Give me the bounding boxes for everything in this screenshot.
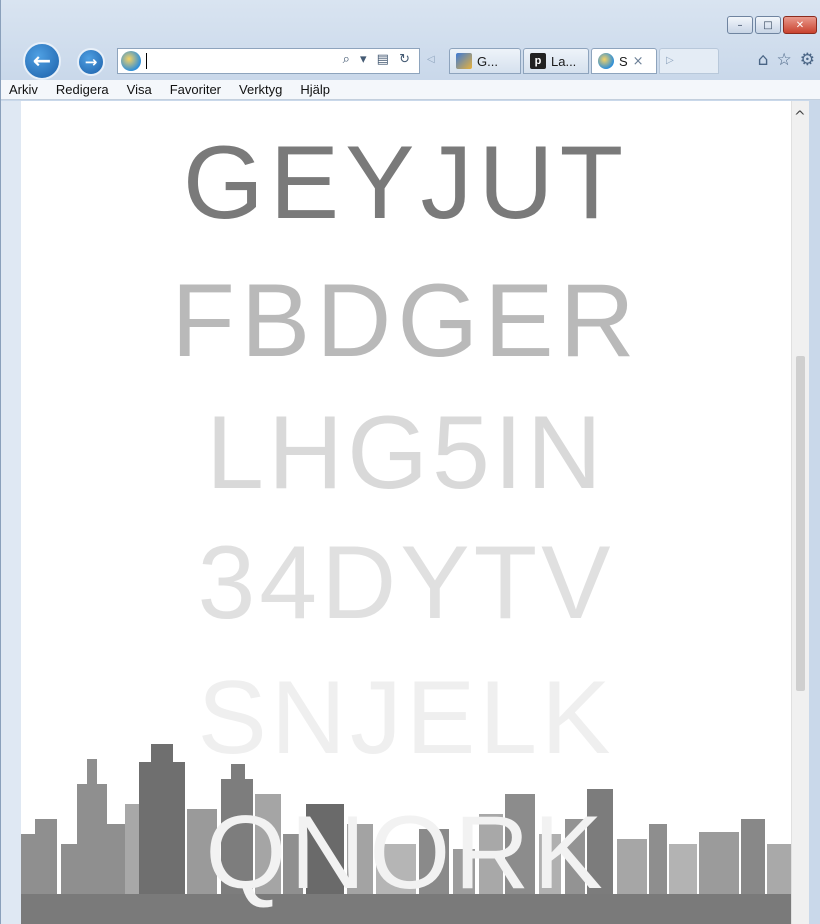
menu-item-favoriter[interactable]: Favoriter — [170, 82, 221, 97]
toolbar-icons: ⌂ ☆ ⚙ — [758, 50, 815, 70]
forward-button[interactable]: → — [77, 48, 105, 76]
eye-chart-letters: QNORK — [205, 795, 607, 911]
forward-arrow-icon: → — [84, 53, 98, 71]
ie-tab-icon — [598, 53, 614, 69]
menu-item-redigera[interactable]: Redigera — [56, 82, 109, 97]
scroll-thumb[interactable] — [796, 356, 805, 691]
menu-bar: Arkiv Redigera Visa Favoriter Verktyg Hj… — [1, 80, 820, 100]
minimize-button[interactable]: – — [727, 16, 753, 34]
gear-icon[interactable]: ⚙ — [800, 50, 815, 70]
menu-item-visa[interactable]: Visa — [127, 82, 152, 97]
browser-window: – □ ✕ ← → ⌕ ▾ ▤ ↻ ◁ G... p La... S × ▷ ⌂… — [0, 0, 820, 924]
close-button[interactable]: ✕ — [783, 16, 817, 34]
tab-label: La... — [551, 53, 577, 69]
tab-active[interactable]: S × — [591, 48, 657, 74]
eye-chart-row-1: GEYJUT — [21, 131, 791, 235]
home-icon[interactable]: ⌂ — [758, 50, 769, 70]
title-bar: – □ ✕ — [1, 0, 820, 44]
menu-item-hjalp[interactable]: Hjälp — [300, 82, 330, 97]
text-caret — [146, 53, 147, 69]
ie-page-icon — [121, 51, 141, 71]
address-tools[interactable]: ⌕ ▾ ▤ ↻ — [343, 52, 413, 67]
g-tab-icon — [456, 53, 472, 69]
maximize-button[interactable]: □ — [755, 16, 781, 34]
tab-scroll-left-icon[interactable]: ◁ — [427, 54, 435, 65]
eye-chart-letters: FBDGER — [171, 263, 641, 379]
eye-chart-row-6: QNORK — [21, 801, 791, 905]
page-viewport: GEYJUT FBDGER LHG5IN 34DYTV SNJELK QNORK… — [21, 101, 809, 924]
eye-chart-letters: 34DYTV — [197, 525, 615, 641]
star-icon[interactable]: ☆ — [777, 50, 792, 70]
window-controls: – □ ✕ — [727, 16, 817, 34]
vertical-scrollbar[interactable]: ^ — [791, 101, 809, 924]
address-bar[interactable]: ⌕ ▾ ▤ ↻ — [117, 48, 420, 74]
eye-chart-row-2: FBDGER — [21, 269, 791, 373]
p-tab-icon: p — [530, 53, 546, 69]
tab-la[interactable]: p La... — [523, 48, 589, 74]
window-left-border — [1, 101, 21, 924]
back-button[interactable]: ← — [23, 42, 61, 80]
new-tab-arrow-icon: ▷ — [666, 55, 674, 66]
menu-item-arkiv[interactable]: Arkiv — [9, 82, 38, 97]
tab-google[interactable]: G... — [449, 48, 521, 74]
eye-chart-letters: LHG5IN — [206, 395, 606, 511]
tab-label: G... — [477, 53, 498, 69]
tab-close-icon[interactable]: × — [633, 54, 644, 69]
eye-chart-row-3: LHG5IN — [21, 401, 791, 505]
eye-chart-letters: SNJELK — [197, 660, 615, 776]
eye-chart-row-5: SNJELK — [21, 666, 791, 770]
new-tab-button[interactable]: ▷ — [659, 48, 719, 74]
tab-label: S — [619, 53, 628, 69]
eye-chart-row-4: 34DYTV — [21, 531, 791, 635]
eye-chart-letters: GEYJUT — [182, 125, 630, 241]
navigation-bar: ← → ⌕ ▾ ▤ ↻ ◁ G... p La... S × ▷ ⌂ ☆ ⚙ — [1, 40, 820, 80]
scroll-up-icon[interactable]: ^ — [794, 109, 806, 125]
menu-item-verktyg[interactable]: Verktyg — [239, 82, 282, 97]
back-arrow-icon: ← — [32, 48, 52, 74]
